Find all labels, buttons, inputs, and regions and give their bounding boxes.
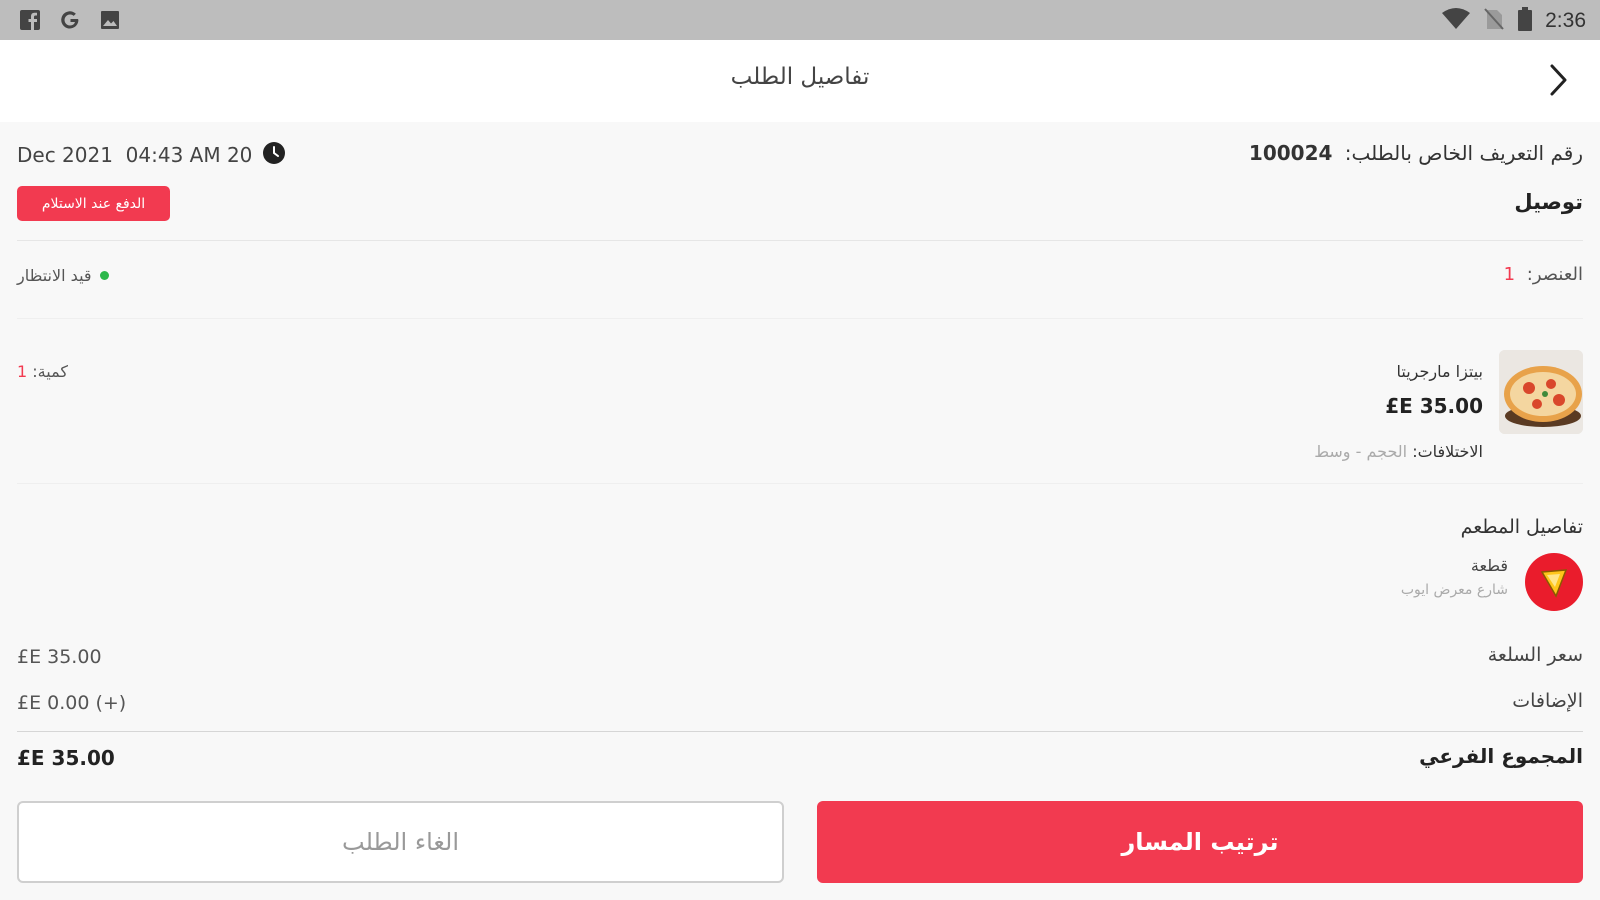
addons-value: £E 0.00 (+) (17, 692, 127, 714)
no-sim-icon (1483, 7, 1505, 35)
order-type: توصيل (1514, 190, 1583, 214)
battery-icon (1517, 6, 1533, 36)
order-datetime-text: Dec 2021 04:43 AM 20 (17, 143, 253, 167)
order-id-value: 100024 (1248, 141, 1333, 165)
page-title: تفاصيل الطلب (730, 64, 870, 90)
route-button[interactable]: ترتيب المسار (817, 801, 1583, 883)
items-value: 1 (1503, 264, 1516, 285)
item-price-value: £E 35.00 (17, 646, 102, 668)
divider (17, 483, 1583, 484)
subtotal-label: المجموع الفرعي (1419, 744, 1583, 768)
cancel-order-button[interactable]: الغاء الطلب (17, 801, 784, 883)
item-image (1499, 350, 1583, 434)
order-status: قيد الانتظار (17, 266, 109, 285)
variations-label: الاختلافات: (1412, 442, 1483, 461)
divider (17, 731, 1583, 732)
restaurant-address: شارع معرض ايوب (1400, 582, 1508, 598)
wifi-icon (1441, 7, 1471, 35)
status-dot (99, 271, 109, 280)
google-icon (58, 8, 82, 32)
variations-value: الحجم - وسط (1314, 442, 1408, 461)
order-datetime: Dec 2021 04:43 AM 20 (17, 141, 286, 169)
restaurant-section-title: تفاصيل المطعم (1460, 516, 1583, 538)
back-button[interactable] (1538, 62, 1578, 102)
restaurant-logo (1525, 553, 1583, 611)
addons-label: الإضافات (1512, 690, 1583, 712)
items-label: العنصر: (1526, 264, 1583, 285)
chevron-right-icon (1546, 63, 1570, 101)
item-price-label: سعر السلعة (1487, 644, 1583, 666)
item-variations: الاختلافات: الحجم - وسط (1314, 442, 1483, 461)
clock-icon (262, 141, 286, 169)
qty-label: كمية: (32, 362, 68, 381)
item-name: بيتزا مارجريتا (1396, 362, 1483, 381)
app-bar: تفاصيل الطلب (0, 40, 1600, 122)
item-quantity: كمية: 1 (17, 362, 68, 381)
status-time: 2:36 (1545, 9, 1586, 32)
items-count: العنصر: 1 (1504, 264, 1583, 285)
divider (17, 318, 1583, 319)
restaurant-logo-icon (1540, 569, 1568, 598)
divider (17, 240, 1583, 241)
qty-value: 1 (17, 362, 28, 381)
restaurant-name: قطعة (1470, 556, 1508, 575)
order-id: رقم التعريف الخاص بالطلب: 100024 (1249, 141, 1583, 165)
image-icon (98, 8, 122, 32)
payment-badge: الدفع عند الاستلام (17, 186, 170, 221)
pizza-icon (1499, 350, 1583, 434)
item-price: £E 35.00 (1385, 394, 1483, 418)
order-id-label: رقم التعريف الخاص بالطلب: (1344, 141, 1583, 165)
subtotal-value: £E 35.00 (17, 746, 115, 770)
facebook-icon (18, 8, 42, 32)
status-bar: 2:36 (0, 0, 1600, 40)
status-text: قيد الانتظار (17, 266, 92, 285)
